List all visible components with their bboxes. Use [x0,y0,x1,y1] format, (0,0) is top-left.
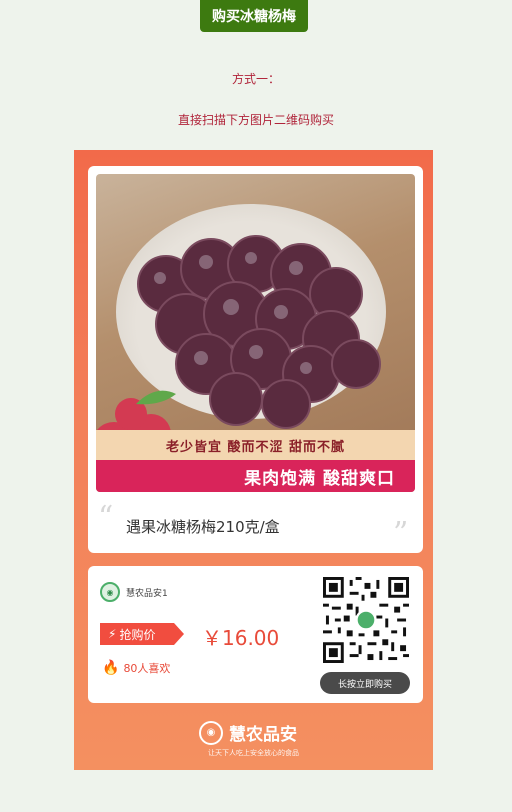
likes-count: 🔥 80人喜欢 [102,660,170,676]
brand-name: 慧农品安 [229,725,297,745]
tagline-bottom: 果肉饱满 酸甜爽口 [96,460,415,492]
close-quote-icon: ” [393,516,409,551]
product-card: 老少皆宜 酸而不涩 甜而不腻 果肉饱满 酸甜爽口 “ 遇果冰糖杨梅210克/盒 … [88,166,423,553]
open-quote-icon: “ [98,500,114,535]
brand-logo: ◉ 慧农品安 [199,720,297,745]
lightning-icon: ⚡ [108,627,117,641]
flash-price-badge: ⚡ 抢购价 [100,623,184,645]
price-badge-label: 抢购价 [119,627,156,642]
product-poster[interactable]: 老少皆宜 酸而不涩 甜而不腻 果肉饱满 酸甜爽口 “ 遇果冰糖杨梅210克/盒 … [74,150,433,770]
product-photo: 老少皆宜 酸而不涩 甜而不腻 果肉饱满 酸甜爽口 [96,174,415,492]
product-name: 遇果冰糖杨梅210克/盒 [126,518,280,536]
shop-name: 慧农品安1 [126,588,168,599]
brand-slogan: 让天下人吃上安全放心的食品 [208,749,299,757]
qr-code[interactable] [323,577,409,663]
shop-info: ◉ 慧农品安1 [100,582,168,602]
fire-icon: 🔥 [102,660,120,676]
brand-logo-icon: ◉ [199,720,223,745]
method-label: 方式一： [231,72,280,86]
likes-text: 80人喜欢 [123,662,171,675]
buy-candied-bayberry-button[interactable]: 购买冰糖杨梅 [200,0,308,32]
purchase-card: ◉ 慧农品安1 ⚡ 抢购价 ￥16.00 🔥 80人喜欢 长按立即购买 [88,566,423,703]
long-press-buy-button[interactable]: 长按立即购买 [320,672,410,694]
tagline-top: 老少皆宜 酸而不涩 甜而不腻 [96,430,415,460]
price: ￥16.00 [202,626,280,650]
method-description: 直接扫描下方图片二维码购买 [177,113,334,127]
shop-logo-icon: ◉ [100,582,120,602]
